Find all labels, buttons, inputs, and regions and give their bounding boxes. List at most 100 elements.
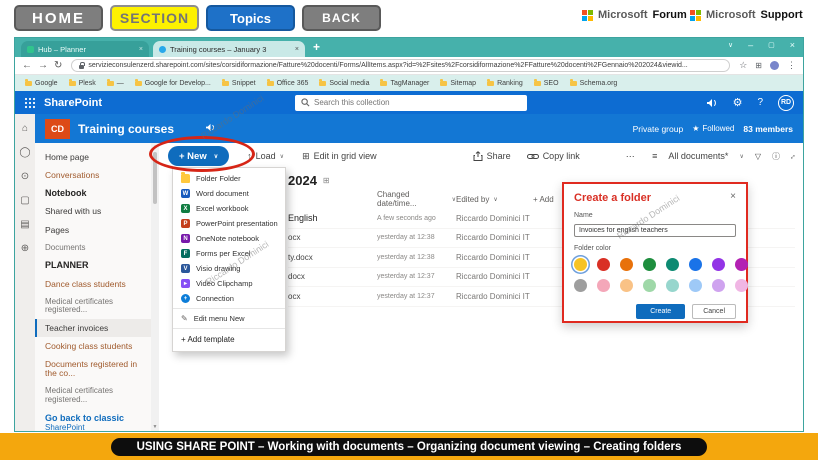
folder-color-swatch[interactable] (643, 258, 656, 271)
folder-color-swatch[interactable] (574, 258, 587, 271)
browser-tab-planner[interactable]: Hub – Planner × (21, 41, 149, 57)
column-changed[interactable]: Changed date/time... ∨ (377, 190, 456, 208)
search-input[interactable] (314, 98, 494, 107)
new-menu-item[interactable]: X Excel workbook (173, 201, 285, 216)
sidebar-item[interactable]: Dance class students (35, 275, 151, 293)
edit-new-menu-item[interactable]: ✎ Edit menu New (173, 311, 285, 326)
sidebar-item[interactable]: Shared with us (35, 203, 151, 221)
folder-name-input[interactable] (574, 224, 736, 237)
minimize-icon[interactable]: – (748, 40, 753, 50)
sidebar-item[interactable]: Teacher invoices (35, 319, 151, 337)
help-icon[interactable]: ? (757, 97, 763, 108)
bookmark-star-icon[interactable]: ☆ (739, 60, 747, 71)
folder-color-swatch[interactable] (597, 258, 610, 271)
folder-color-swatch[interactable] (712, 258, 725, 271)
folder-color-swatch[interactable] (620, 279, 633, 292)
back-button[interactable]: BACK (302, 5, 381, 31)
close-icon[interactable]: × (730, 192, 736, 202)
add-template-button[interactable]: + Add template (173, 331, 285, 349)
new-tab-button[interactable]: + (313, 40, 320, 54)
bookmark-item[interactable]: Google for Develop... (135, 80, 211, 87)
sidebar-item[interactable]: Notebook (35, 184, 151, 203)
scroll-down-icon[interactable]: ▼ (153, 424, 158, 430)
new-menu-item[interactable]: ▸ Video Clipchamp (173, 276, 285, 291)
reload-icon[interactable]: ↻ (54, 60, 62, 71)
filter-funnel-icon[interactable]: ▽ (755, 152, 761, 161)
new-menu-item[interactable]: W Word document (173, 186, 285, 201)
new-menu-item[interactable]: P PowerPoint presentation (173, 216, 285, 231)
browser-menu-icon[interactable]: ⋮ (787, 60, 796, 71)
extensions-icon[interactable]: ⊞ (755, 61, 762, 70)
back-icon[interactable]: ← (22, 60, 32, 71)
close-icon[interactable]: × (790, 40, 795, 50)
bookmark-item[interactable]: TagManager (380, 80, 429, 87)
sidebar-scrollbar[interactable]: ▲ ▼ (151, 143, 159, 431)
sidebar-item[interactable]: Documents registered in the co... (35, 356, 151, 383)
sites-globe-icon[interactable]: ◯ (19, 147, 30, 158)
column-edited-by[interactable]: Edited by ∨ (456, 195, 533, 204)
site-logo[interactable]: CD (45, 119, 70, 139)
tab-close-icon[interactable]: × (139, 46, 143, 53)
cancel-button[interactable]: Cancel (692, 304, 736, 319)
copy-link-button[interactable]: Copy link (527, 151, 580, 161)
more-actions-icon[interactable]: ⋯ (626, 151, 635, 162)
folder-color-swatch[interactable] (666, 279, 679, 292)
sidebar-item[interactable]: Pages (35, 221, 151, 239)
new-menu-item[interactable]: + Connection (173, 291, 285, 306)
settings-gear-icon[interactable]: ⚙ (733, 96, 743, 109)
home-icon[interactable]: ⌂ (22, 123, 28, 134)
forward-icon[interactable]: → (38, 60, 48, 71)
microsoft-support-link[interactable]: Microsoft Support (690, 9, 803, 21)
my-files-icon[interactable]: ▢ (20, 195, 29, 206)
bookmark-item[interactable]: Plesk (69, 80, 96, 87)
bookmark-item[interactable]: Sitemap (440, 80, 476, 87)
folder-color-swatch[interactable] (735, 279, 748, 292)
folder-color-swatch[interactable] (643, 279, 656, 292)
bookmark-item[interactable]: SEO (534, 80, 559, 87)
microsoft-forum-link[interactable]: Microsoft Forum (582, 9, 687, 21)
new-menu-item[interactable]: N OneNote notebook (173, 231, 285, 246)
fullscreen-icon[interactable]: ↕ (788, 151, 797, 160)
new-menu-item[interactable]: Folder Folder (173, 171, 285, 186)
scrollbar-thumb[interactable] (153, 152, 157, 204)
news-circle-icon[interactable]: ⊙ (21, 171, 29, 182)
upload-button[interactable]: ↑ Load ∨ (247, 151, 284, 161)
search-box[interactable] (295, 95, 527, 111)
section-button[interactable]: SECTION (110, 5, 199, 31)
bookmark-item[interactable]: Schema.org (570, 80, 618, 87)
folder-color-swatch[interactable] (735, 258, 748, 271)
tab-search-icon[interactable]: ∨ (728, 41, 733, 49)
folder-color-swatch[interactable] (689, 279, 702, 292)
tab-close-icon[interactable]: × (295, 46, 299, 53)
folder-color-swatch[interactable] (712, 279, 725, 292)
address-bar[interactable]: servizieconsulenzerd.sharepoint.com/site… (71, 59, 730, 72)
scroll-up-icon[interactable]: ▲ (153, 144, 158, 150)
megaphone-icon[interactable] (706, 98, 718, 108)
home-button[interactable]: HOME (14, 5, 103, 31)
bookmark-item[interactable]: Google (25, 80, 58, 87)
waffle-icon[interactable] (24, 97, 36, 109)
sidebar-item[interactable]: Cooking class students (35, 337, 151, 355)
sidebar-item[interactable]: Medical certificates registered... (35, 383, 151, 409)
create-icon[interactable]: ⊕ (21, 243, 29, 254)
folder-color-swatch[interactable] (620, 258, 633, 271)
folder-color-swatch[interactable] (689, 258, 702, 271)
bookmark-item[interactable]: Social media (319, 80, 369, 87)
members-count[interactable]: 83 members (743, 124, 793, 134)
bookmark-item[interactable]: — (107, 80, 124, 87)
bookmark-item[interactable]: Office 365 (267, 80, 309, 87)
sidebar-item[interactable]: Home page (35, 148, 151, 166)
maximize-icon[interactable]: ▢ (768, 41, 775, 49)
sharepoint-app-name[interactable]: SharePoint (44, 97, 102, 109)
edit-grid-view-button[interactable]: ⊞ Edit in grid view (302, 151, 377, 162)
bookmark-item[interactable]: Snippet (222, 80, 256, 87)
sidebar-item[interactable]: Conversations (35, 166, 151, 184)
bookmark-item[interactable]: Ranking (487, 80, 523, 87)
info-icon[interactable]: ⓘ (772, 151, 780, 162)
sidebar-item[interactable]: Medical certificates registered... (35, 293, 151, 319)
create-button[interactable]: Create (636, 304, 685, 319)
user-avatar[interactable]: RD (778, 95, 794, 111)
sidebar-item[interactable]: Documents (35, 239, 151, 257)
view-selector[interactable]: All documents* (668, 151, 728, 161)
site-title[interactable]: Training courses (78, 122, 174, 136)
